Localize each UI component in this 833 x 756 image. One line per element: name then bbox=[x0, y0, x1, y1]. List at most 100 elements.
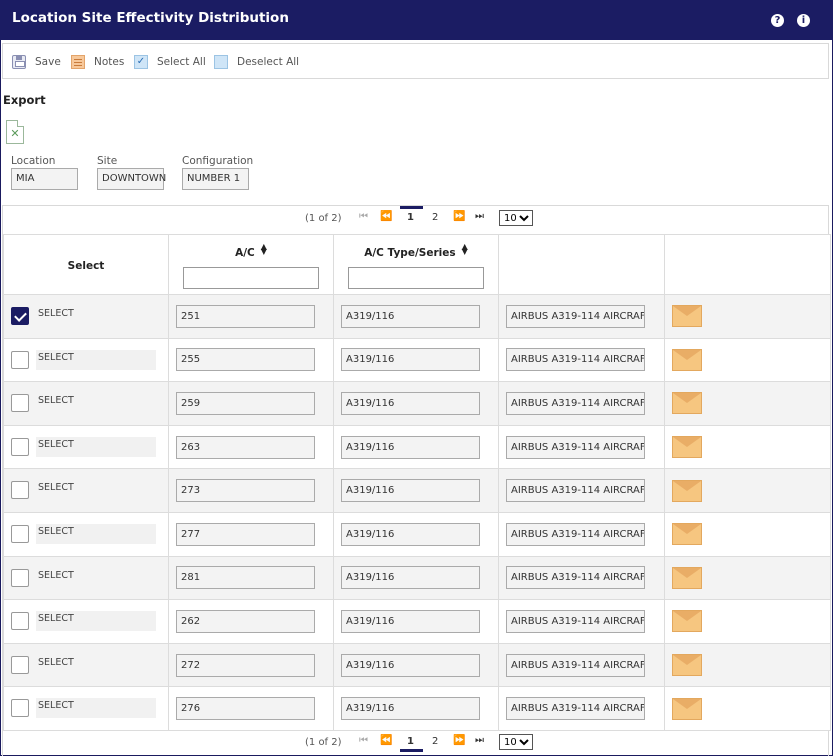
envelope-icon[interactable] bbox=[672, 697, 702, 720]
ac-field[interactable]: 273 bbox=[176, 479, 315, 503]
page-1-link[interactable]: 1 bbox=[400, 206, 423, 223]
ac-type-field[interactable]: A319/116 bbox=[341, 435, 480, 459]
description-field[interactable]: AIRBUS A319-114 AIRCRAFT bbox=[506, 391, 645, 415]
row-checkbox[interactable] bbox=[11, 307, 29, 325]
description-cell: AIRBUS A319-114 AIRCRAFT bbox=[498, 642, 665, 688]
envelope-icon[interactable] bbox=[672, 392, 702, 415]
row-checkbox[interactable] bbox=[11, 568, 29, 587]
page-2-link[interactable]: 2 bbox=[432, 736, 438, 747]
page-2-link[interactable]: 2 bbox=[432, 212, 438, 223]
description-field[interactable]: AIRBUS A319-114 AIRCRAFT bbox=[506, 479, 645, 503]
ac-type-field[interactable]: A319/116 bbox=[341, 348, 480, 372]
envelope-icon[interactable] bbox=[672, 436, 702, 459]
select-all-button[interactable]: ✓ Select All bbox=[134, 44, 206, 80]
envelope-icon[interactable] bbox=[672, 610, 702, 633]
next-page-icon[interactable]: ⏩ bbox=[453, 735, 465, 746]
description-field[interactable]: AIRBUS A319-114 AIRCRAFT bbox=[506, 697, 645, 721]
configuration-label: Configuration bbox=[182, 155, 254, 167]
page-1-link[interactable]: 1 bbox=[400, 736, 423, 752]
row-checkbox[interactable] bbox=[11, 394, 29, 413]
column-header-select: Select bbox=[3, 234, 169, 295]
first-page-icon[interactable]: ⏮ bbox=[359, 735, 368, 746]
envelope-icon[interactable] bbox=[672, 566, 702, 589]
description-field[interactable]: AIRBUS A319-114 AIRCRAFT bbox=[506, 435, 645, 459]
configuration-field: NUMBER 1 bbox=[182, 168, 249, 190]
description-field[interactable]: AIRBUS A319-114 AIRCRAFT bbox=[506, 304, 645, 328]
ac-field[interactable]: 272 bbox=[176, 653, 315, 677]
ac-field[interactable]: 259 bbox=[176, 391, 315, 415]
ac-type-field[interactable]: A319/116 bbox=[341, 653, 480, 677]
ac-type-field[interactable]: A319/116 bbox=[341, 609, 480, 633]
page-size-select[interactable]: 10 bbox=[499, 210, 533, 226]
description-cell: AIRBUS A319-114 AIRCRAFT bbox=[498, 381, 665, 426]
envelope-icon[interactable] bbox=[672, 305, 702, 328]
notes-button[interactable]: Notes bbox=[71, 44, 124, 80]
prev-page-icon[interactable]: ⏪ bbox=[380, 211, 392, 222]
next-page-icon[interactable]: ⏩ bbox=[453, 211, 465, 222]
help-icon[interactable]: ? bbox=[771, 14, 784, 27]
ac-field[interactable]: 262 bbox=[176, 609, 315, 633]
description-field[interactable]: AIRBUS A319-114 AIRCRAFT bbox=[506, 348, 645, 372]
excel-icon[interactable]: ✕ bbox=[6, 120, 24, 144]
ac-type-cell: A319/116 bbox=[333, 294, 499, 339]
envelope-icon[interactable] bbox=[672, 479, 702, 502]
ac-type-cell: A319/116 bbox=[333, 511, 499, 557]
ac-type-field[interactable]: A319/116 bbox=[341, 566, 480, 590]
description-field[interactable]: AIRBUS A319-114 AIRCRAFT bbox=[506, 609, 645, 633]
sort-icon[interactable]: ▲ ▼ bbox=[261, 243, 267, 256]
ac-field[interactable]: 276 bbox=[176, 697, 315, 721]
row-checkbox[interactable] bbox=[11, 699, 29, 718]
envelope-icon[interactable] bbox=[672, 523, 702, 546]
row-checkbox[interactable] bbox=[11, 481, 29, 500]
ac-cell: 263 bbox=[168, 424, 334, 470]
table-row: SELECT 273 A319/116 AIRBUS A319-114 AIRCRAF… bbox=[3, 468, 831, 513]
row-checkbox[interactable] bbox=[11, 437, 29, 456]
ac-type-field[interactable]: A319/116 bbox=[341, 522, 480, 546]
column-header-ac[interactable]: A/C ▲ ▼ bbox=[168, 234, 334, 295]
sort-icon[interactable]: ▲ ▼ bbox=[462, 243, 468, 256]
row-checkbox[interactable] bbox=[11, 350, 29, 369]
ac-field[interactable]: 255 bbox=[176, 348, 315, 372]
ac-type-field[interactable]: A319/116 bbox=[341, 304, 480, 328]
description-field[interactable]: AIRBUS A319-114 AIRCRAFT bbox=[506, 566, 645, 590]
row-checkbox[interactable] bbox=[11, 655, 29, 674]
first-page-icon[interactable]: ⏮ bbox=[359, 211, 368, 222]
last-page-icon[interactable]: ⏭ bbox=[475, 211, 484, 222]
header-row: Select A/C ▲ ▼ A/C Type/Series ▲ ▼ bbox=[3, 234, 831, 295]
deselect-all-button[interactable]: Deselect All bbox=[214, 44, 299, 80]
ac-field[interactable]: 251 bbox=[176, 304, 315, 328]
ac-type-cell: A319/116 bbox=[333, 381, 499, 426]
envelope-icon[interactable] bbox=[672, 348, 702, 371]
ac-type-cell: A319/116 bbox=[333, 424, 499, 470]
ac-type-filter-input[interactable] bbox=[348, 267, 484, 289]
prev-page-icon[interactable]: ⏪ bbox=[380, 735, 392, 746]
ac-field[interactable]: 263 bbox=[176, 435, 315, 459]
pager-bottom: (1 of 2) ⏮ ⏪ 1 2 ⏩ ⏭ 10 bbox=[3, 730, 830, 756]
select-cell: SELECT bbox=[3, 337, 169, 383]
select-label: SELECT bbox=[36, 306, 156, 326]
row-checkbox[interactable] bbox=[11, 612, 29, 631]
description-field[interactable]: AIRBUS A319-114 AIRCRAFT bbox=[506, 653, 645, 677]
last-page-icon[interactable]: ⏭ bbox=[475, 735, 484, 746]
ac-filter-input[interactable] bbox=[183, 267, 319, 289]
envelope-icon[interactable] bbox=[672, 654, 702, 677]
ac-type-field[interactable]: A319/116 bbox=[341, 391, 480, 415]
ac-field[interactable]: 277 bbox=[176, 522, 315, 546]
save-button[interactable]: Save bbox=[12, 44, 61, 80]
ac-type-field[interactable]: A319/116 bbox=[341, 697, 480, 721]
ac-type-cell: A319/116 bbox=[333, 337, 499, 383]
ac-type-field[interactable]: A319/116 bbox=[341, 479, 480, 503]
select-cell: SELECT bbox=[3, 686, 169, 731]
info-icon[interactable]: i bbox=[797, 14, 810, 27]
row-checkbox[interactable] bbox=[11, 524, 29, 543]
page-size-select[interactable]: 10 bbox=[499, 734, 533, 750]
ac-field[interactable]: 281 bbox=[176, 566, 315, 590]
select-label: SELECT bbox=[36, 611, 156, 632]
description-field[interactable]: AIRBUS A319-114 AIRCRAFT bbox=[506, 522, 645, 546]
description-cell: AIRBUS A319-114 AIRCRAFT bbox=[498, 599, 665, 644]
table-row: SELECT 276 A319/116 AIRBUS A319-114 AIRCRAF… bbox=[3, 686, 831, 731]
select-label: SELECT bbox=[36, 349, 156, 370]
select-label: SELECT bbox=[36, 567, 156, 588]
column-header-ac-type[interactable]: A/C Type/Series ▲ ▼ bbox=[333, 234, 499, 295]
description-cell: AIRBUS A319-114 AIRCRAFT bbox=[498, 337, 665, 383]
